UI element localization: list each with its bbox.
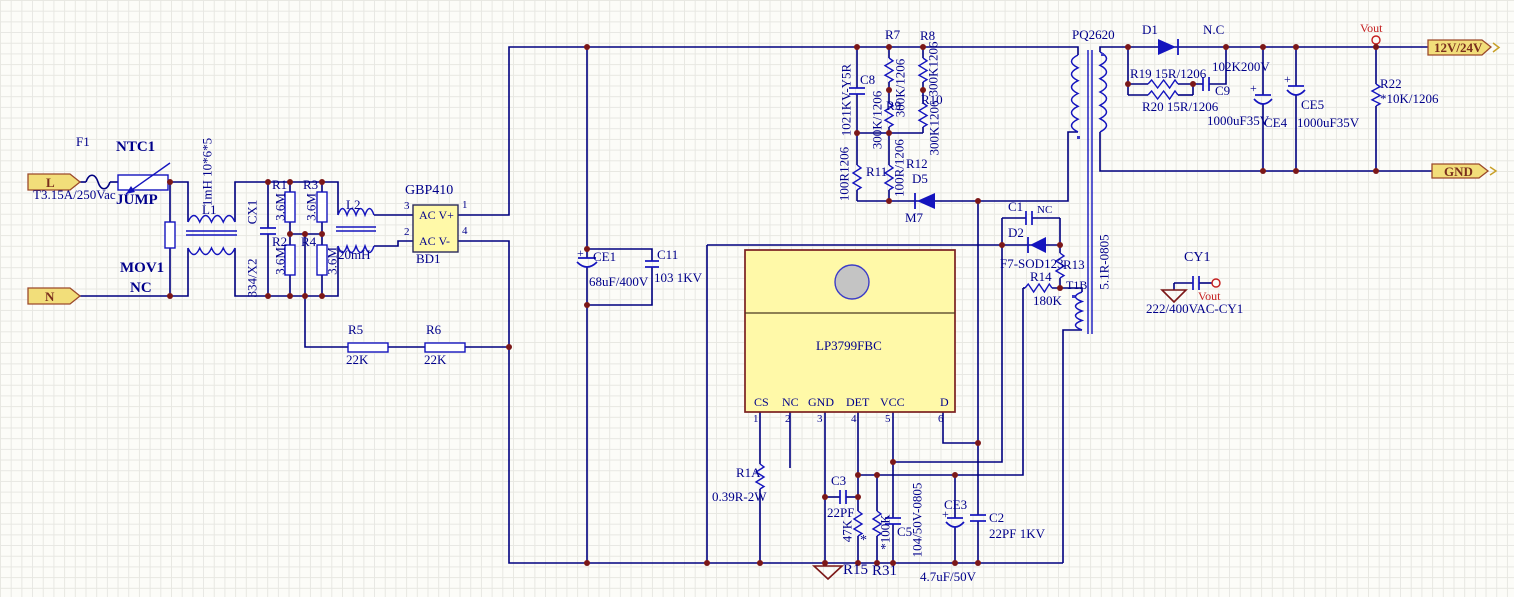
net-flag-gnd-shape[interactable] bbox=[1432, 164, 1488, 178]
net-flag-n-shape[interactable] bbox=[28, 288, 80, 304]
ic-thermal-pad bbox=[835, 265, 869, 299]
resistor-body[interactable] bbox=[285, 245, 295, 275]
resistor-body[interactable] bbox=[165, 222, 175, 248]
resistor-body[interactable] bbox=[425, 343, 465, 352]
schematic-page: F1T3.15A/250VacNTC1JUMPMOV1NCLNL11mH 10*… bbox=[0, 0, 1514, 597]
resistor-body[interactable] bbox=[348, 343, 388, 352]
net-flag-l-shape[interactable] bbox=[28, 174, 80, 190]
schematic-drawing bbox=[0, 0, 1514, 597]
resistor-body[interactable] bbox=[317, 192, 327, 222]
bridge-bd1-body[interactable] bbox=[413, 205, 458, 252]
net-flag-12v24v-shape[interactable] bbox=[1428, 40, 1491, 55]
resistor-body[interactable] bbox=[285, 192, 295, 222]
resistor-body[interactable] bbox=[317, 245, 327, 275]
